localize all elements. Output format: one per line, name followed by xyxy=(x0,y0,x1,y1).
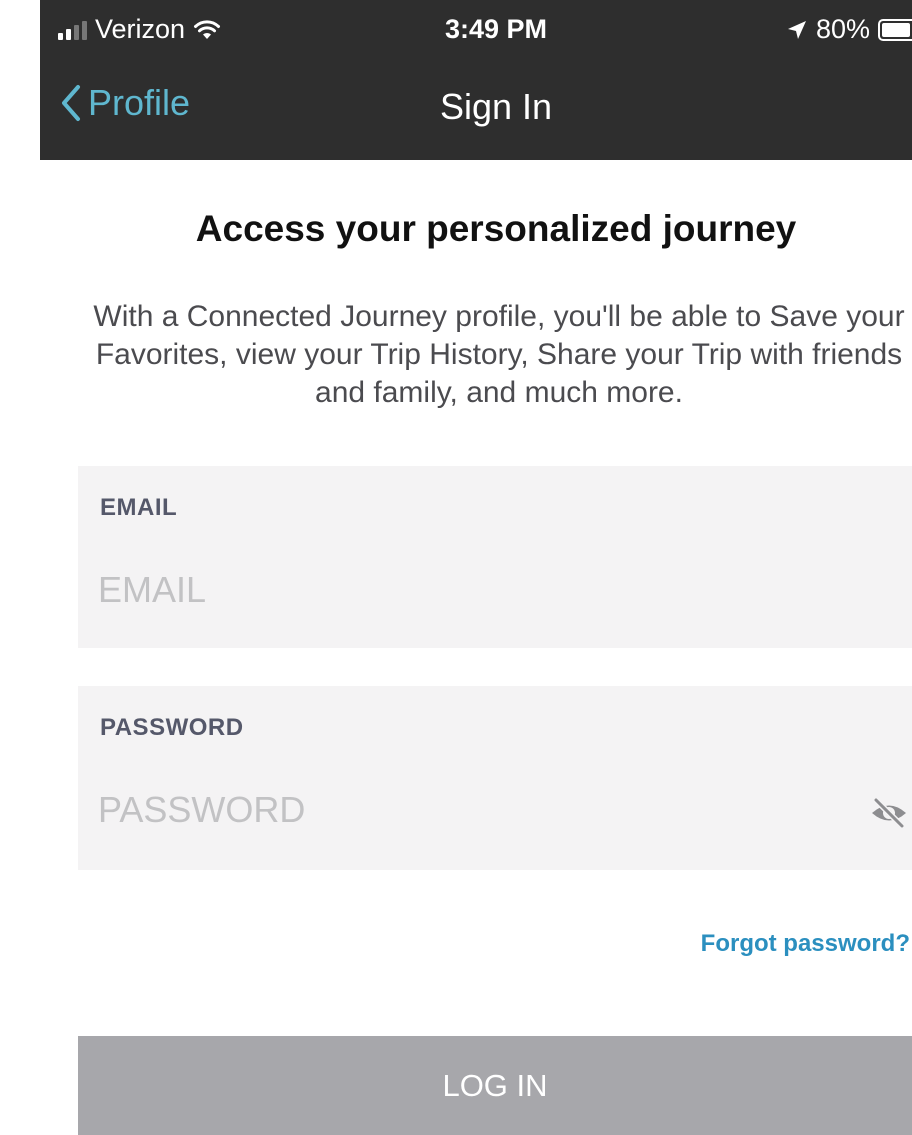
sign-in-screen: Verizon 3:49 PM 80% Profile Sign In Acce… xyxy=(0,0,912,1135)
email-input[interactable] xyxy=(98,564,858,616)
email-field[interactable]: EMAIL xyxy=(78,466,912,648)
battery-percentage: 80% xyxy=(815,14,870,44)
page-title: Sign In xyxy=(439,86,553,127)
forgot-password-link[interactable]: Forgot password? xyxy=(701,930,910,958)
login-button[interactable]: LOG IN xyxy=(78,1036,912,1135)
battery-icon xyxy=(878,18,912,41)
password-input[interactable] xyxy=(98,784,858,836)
eye-off-icon[interactable] xyxy=(868,796,910,830)
password-label: PASSWORD xyxy=(100,714,244,741)
password-field[interactable]: PASSWORD xyxy=(78,686,912,870)
status-time: 3:49 PM xyxy=(444,14,548,44)
description-text: With a Connected Journey profile, you'll… xyxy=(93,300,905,409)
status-bar: Verizon 3:49 PM 80% xyxy=(0,0,912,62)
email-label: EMAIL xyxy=(100,494,178,521)
headline: Access your personalized journey xyxy=(195,208,797,249)
location-arrow-icon xyxy=(787,20,806,39)
status-right: 80% xyxy=(786,14,912,45)
